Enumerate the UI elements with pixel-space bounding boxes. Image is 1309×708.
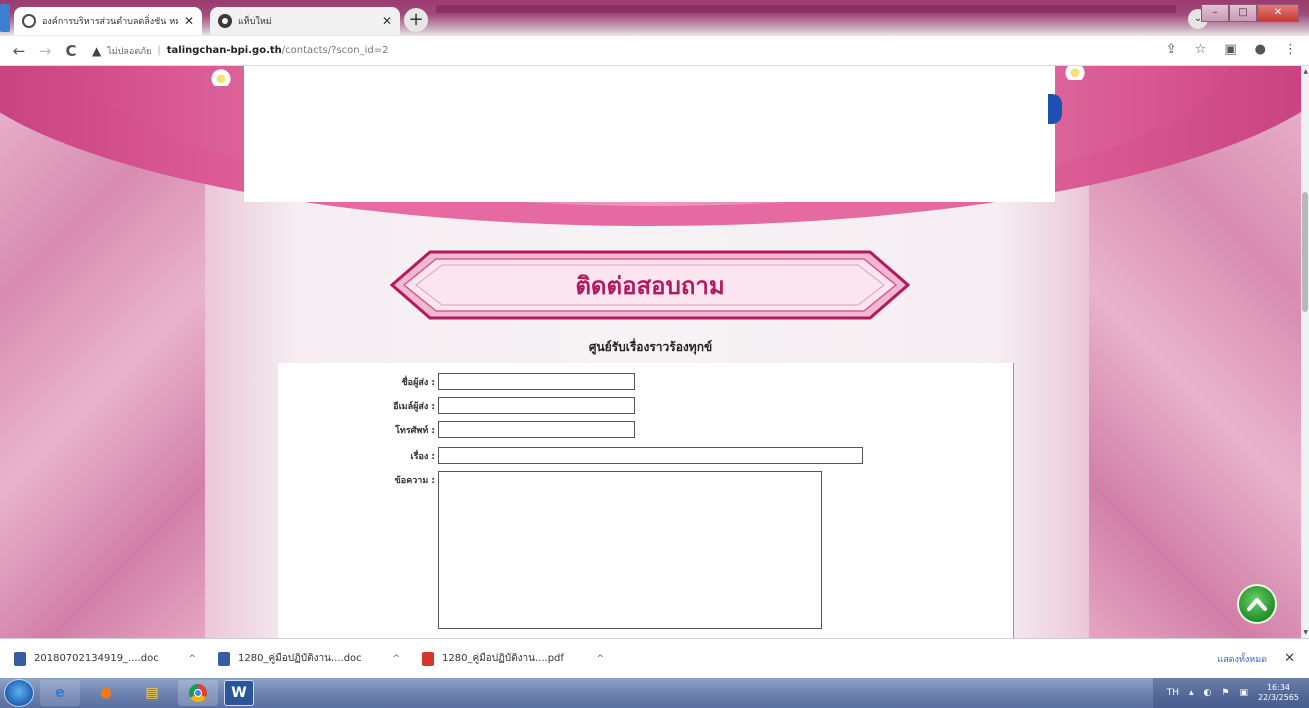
download-bar: 20180702134919_....doc ^ 1280_คู่มือปฏิบ… bbox=[0, 638, 1309, 678]
sender-name-label: ชื่อผู้ส่ง : bbox=[401, 377, 435, 388]
sender-email-input[interactable] bbox=[438, 397, 635, 414]
chevron-up-icon[interactable]: ^ bbox=[188, 654, 196, 664]
chevron-up-icon bbox=[1247, 598, 1267, 611]
tab-title: องค์การบริหารส่วนตำบลตลิ่งชัน หมู่ที่ bbox=[42, 17, 178, 27]
download-filename: 20180702134919_....doc bbox=[34, 653, 159, 664]
word-doc-icon bbox=[218, 651, 230, 666]
window-controls: – □ ✕ bbox=[1201, 4, 1299, 22]
subject-input[interactable] bbox=[438, 447, 863, 464]
banner-logo-area bbox=[244, 66, 1055, 202]
share-icon[interactable]: ⇪ bbox=[1166, 42, 1177, 57]
banner-badge bbox=[1048, 94, 1062, 124]
form-row-message: ข้อความ : bbox=[278, 471, 822, 629]
reload-button[interactable]: C bbox=[58, 42, 84, 60]
tab-strip: องค์การบริหารส่วนตำบลตลิ่งชัน หมู่ที่ ✕ … bbox=[0, 0, 1309, 36]
side-panel-icon[interactable]: ▣ bbox=[1224, 42, 1236, 57]
phone-label: โทรศัพท์ : bbox=[395, 425, 435, 436]
tab-new[interactable]: แท็บใหม่ ✕ bbox=[210, 7, 400, 35]
start-button[interactable] bbox=[4, 679, 34, 707]
flower-decoration bbox=[1062, 66, 1088, 80]
maximize-button[interactable]: □ bbox=[1229, 4, 1257, 22]
url-text[interactable]: talingchan-bpi.go.th/contacts/?scon_id=2 bbox=[167, 45, 389, 56]
file-explorer-icon[interactable]: ▤ bbox=[132, 680, 172, 706]
close-icon[interactable]: ✕ bbox=[184, 14, 194, 28]
section-header: ติดต่อสอบถาม bbox=[390, 250, 910, 320]
media-player-icon[interactable]: ● bbox=[86, 680, 126, 706]
phone-input[interactable] bbox=[438, 421, 635, 438]
word-doc-icon bbox=[14, 651, 26, 666]
url-host: talingchan-bpi.go.th bbox=[166, 45, 282, 56]
url-path: /contacts/?scon_id=2 bbox=[281, 45, 389, 56]
form-row-phone: โทรศัพท์ : bbox=[278, 421, 635, 438]
sender-email-label: อีเมล์ผู้ส่ง : bbox=[393, 401, 435, 412]
warning-icon: ▲ bbox=[92, 43, 102, 58]
chevron-up-icon[interactable]: ^ bbox=[596, 654, 604, 664]
chrome-icon bbox=[218, 14, 232, 28]
download-item[interactable]: 1280_คู่มือปฏิบัติงาน....pdf ^ bbox=[422, 651, 612, 666]
language-indicator[interactable]: TH bbox=[1167, 688, 1179, 698]
security-label: ไม่ปลอดภัย bbox=[107, 46, 152, 57]
new-tab-button[interactable]: + bbox=[404, 8, 428, 32]
browser-toolbar: ← → C ▲ ไม่ปลอดภัย | talingchan-bpi.go.t… bbox=[0, 36, 1309, 66]
close-icon[interactable]: ✕ bbox=[1284, 651, 1295, 666]
message-textarea[interactable] bbox=[438, 471, 822, 629]
clock-date: 22/3/2565 bbox=[1257, 693, 1299, 702]
menu-icon[interactable]: ⋮ bbox=[1284, 42, 1297, 57]
show-all-downloads-link[interactable]: แสดงทั้งหมด bbox=[1217, 652, 1267, 666]
section-title: ติดต่อสอบถาม bbox=[575, 271, 725, 300]
flower-decoration bbox=[208, 68, 234, 86]
form-row-name: ชื่อผู้ส่ง : bbox=[278, 373, 635, 390]
download-filename: 1280_คู่มือปฏิบัติงาน....doc bbox=[238, 653, 362, 664]
download-filename: 1280_คู่มือปฏิบัติงาน....pdf bbox=[442, 653, 564, 664]
address-bar[interactable]: ▲ ไม่ปลอดภัย | talingchan-bpi.go.th/cont… bbox=[92, 44, 388, 58]
page-scrollbar[interactable]: ▲ ▼ bbox=[1301, 66, 1309, 638]
internet-explorer-icon[interactable]: e bbox=[40, 680, 80, 706]
bookmark-star-icon[interactable]: ☆ bbox=[1195, 42, 1207, 57]
volume-icon[interactable]: ▣ bbox=[1239, 688, 1248, 698]
system-tray: TH ▴ ◐ ⚑ ▣ 16:34 22/3/2565 bbox=[1152, 678, 1309, 708]
scroll-down-arrow[interactable]: ▼ bbox=[1303, 629, 1308, 636]
scroll-up-arrow[interactable]: ▲ bbox=[1303, 68, 1308, 75]
network-icon[interactable]: ◐ bbox=[1204, 688, 1212, 698]
download-item[interactable]: 1280_คู่มือปฏิบัติงาน....doc ^ bbox=[218, 651, 408, 666]
tab-strip-accent bbox=[0, 4, 10, 32]
flag-icon[interactable]: ⚑ bbox=[1221, 688, 1229, 698]
close-icon[interactable]: ✕ bbox=[382, 14, 392, 28]
globe-icon bbox=[22, 14, 36, 28]
clock[interactable]: 16:34 22/3/2565 bbox=[1258, 683, 1299, 703]
tab-active[interactable]: องค์การบริหารส่วนตำบลตลิ่งชัน หมู่ที่ ✕ bbox=[14, 7, 202, 35]
message-label: ข้อความ : bbox=[394, 476, 435, 486]
toolbar-actions: ⇪ ☆ ▣ ● ⋮ bbox=[1166, 42, 1297, 57]
tab-strip-background bbox=[436, 5, 1176, 13]
download-item[interactable]: 20180702134919_....doc ^ bbox=[14, 651, 204, 666]
header-banner bbox=[0, 66, 1301, 246]
forward-button[interactable]: → bbox=[32, 42, 58, 60]
form-heading: ศูนย์รับเรื่องราวร้องทุกข์ bbox=[588, 340, 713, 354]
taskbar: e ● ▤ W TH ▴ ◐ ⚑ ▣ 16:34 22/3/2565 bbox=[0, 678, 1309, 708]
separator: | bbox=[157, 45, 161, 56]
subject-label: เรื่อง : bbox=[410, 451, 435, 462]
page-viewport: ติดต่อสอบถาม ศูนย์รับเรื่องราวร้องทุกข์ … bbox=[0, 66, 1309, 638]
profile-icon[interactable]: ● bbox=[1255, 42, 1266, 57]
form-row-email: อีเมล์ผู้ส่ง : bbox=[278, 397, 635, 414]
contact-form: ชื่อผู้ส่ง : อีเมล์ผู้ส่ง : โทรศัพท์ : เ… bbox=[278, 363, 1014, 638]
form-row-subject: เรื่อง : bbox=[278, 447, 863, 464]
tab-title: แท็บใหม่ bbox=[238, 17, 272, 27]
clock-time: 16:34 bbox=[1266, 683, 1291, 692]
chevron-up-icon[interactable]: ^ bbox=[392, 654, 400, 664]
close-window-button[interactable]: ✕ bbox=[1257, 4, 1299, 22]
pdf-icon bbox=[422, 651, 434, 666]
back-button[interactable]: ← bbox=[6, 42, 32, 60]
minimize-button[interactable]: – bbox=[1201, 4, 1229, 22]
sender-name-input[interactable] bbox=[438, 373, 635, 390]
word-icon[interactable]: W bbox=[224, 680, 254, 706]
tray-expand-icon[interactable]: ▴ bbox=[1189, 688, 1194, 698]
scrollbar-thumb[interactable] bbox=[1302, 192, 1308, 312]
chrome-icon[interactable] bbox=[178, 680, 218, 706]
scroll-to-top-button[interactable] bbox=[1237, 584, 1277, 624]
